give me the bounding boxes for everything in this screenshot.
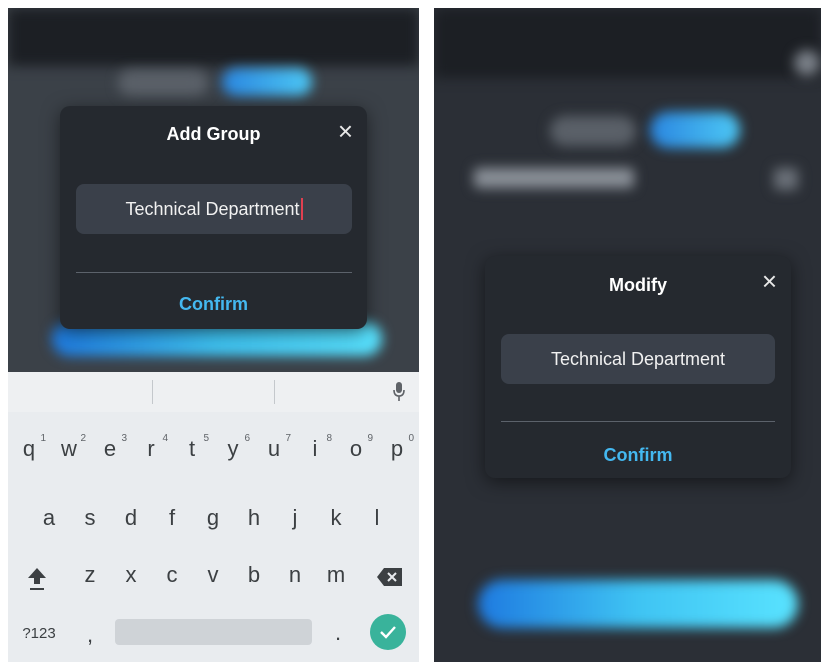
key-b[interactable]: b (239, 562, 269, 588)
blurred-top-bar (8, 8, 419, 66)
add-group-screen: Add Group × Technical Department Confirm… (8, 8, 419, 662)
checkmark-icon (380, 626, 396, 639)
key-i[interactable]: i8 (300, 433, 332, 462)
key-f[interactable]: f (157, 505, 187, 531)
key-o[interactable]: o9 (341, 433, 373, 462)
key-u[interactable]: u7 (259, 433, 291, 462)
dialog-title: Add Group (166, 124, 261, 144)
backspace-icon[interactable] (376, 567, 404, 587)
shift-icon[interactable] (26, 566, 48, 592)
blurred-list-item (474, 168, 634, 188)
key-y[interactable]: y6 (218, 433, 251, 462)
key-l[interactable]: l (362, 505, 392, 531)
key-t[interactable]: t5 (177, 433, 209, 462)
blurred-tab-active (650, 112, 740, 148)
soft-keyboard: q1 w2 e3 r4 t5 y6 u7 i8 o9 p0 a s d f g … (8, 372, 419, 662)
dialog-title: Modify (609, 275, 667, 295)
dialog-divider (76, 272, 352, 273)
group-name-value: Technical Department (125, 198, 300, 219)
key-c[interactable]: c (157, 562, 187, 588)
close-icon[interactable]: × (762, 268, 777, 294)
suggestion-divider (274, 380, 275, 404)
key-j[interactable]: j (280, 505, 310, 531)
enter-key[interactable] (370, 614, 406, 650)
blurred-tab-active (222, 68, 312, 96)
key-k[interactable]: k (321, 505, 351, 531)
blurred-avatar (794, 50, 820, 76)
blurred-tab-inactive (550, 116, 636, 146)
suggestion-strip (8, 372, 419, 412)
key-e[interactable]: e3 (95, 433, 127, 462)
blurred-top-bar (434, 8, 821, 78)
add-group-dialog: Add Group × Technical Department Confirm (60, 106, 367, 329)
group-name-input[interactable]: Technical Department (501, 334, 775, 384)
key-p[interactable]: p0 (382, 433, 414, 462)
blurred-tab-inactive (118, 70, 208, 96)
close-icon[interactable]: × (338, 118, 353, 144)
key-h[interactable]: h (239, 505, 269, 531)
key-r[interactable]: r4 (136, 433, 168, 462)
group-name-input[interactable]: Technical Department (76, 184, 352, 234)
key-m[interactable]: m (321, 562, 351, 588)
symbols-key[interactable]: ?123 (14, 625, 64, 642)
key-v[interactable]: v (198, 562, 228, 588)
confirm-button[interactable]: Confirm (60, 294, 367, 315)
key-z[interactable]: z (75, 562, 105, 588)
modify-dialog: Modify × Technical Department Confirm (485, 256, 791, 478)
comma-key[interactable]: , (80, 622, 100, 648)
blurred-primary-button (478, 580, 798, 628)
space-bar[interactable] (115, 619, 312, 645)
text-caret (300, 198, 303, 220)
blurred-list-icon (774, 168, 798, 190)
key-d[interactable]: d (116, 505, 146, 531)
modify-screen: Modify × Technical Department Confirm (434, 8, 821, 662)
period-key[interactable]: . (328, 620, 348, 646)
key-q[interactable]: q1 (14, 433, 46, 462)
key-a[interactable]: a (34, 505, 64, 531)
group-name-value: Technical Department (550, 348, 726, 369)
key-n[interactable]: n (280, 562, 310, 588)
key-x[interactable]: x (116, 562, 146, 588)
mic-icon[interactable] (393, 382, 405, 402)
key-s[interactable]: s (75, 505, 105, 531)
suggestion-divider (152, 380, 153, 404)
key-w[interactable]: w2 (54, 433, 86, 462)
confirm-button[interactable]: Confirm (485, 445, 791, 466)
dialog-divider (501, 421, 775, 422)
key-g[interactable]: g (198, 505, 228, 531)
